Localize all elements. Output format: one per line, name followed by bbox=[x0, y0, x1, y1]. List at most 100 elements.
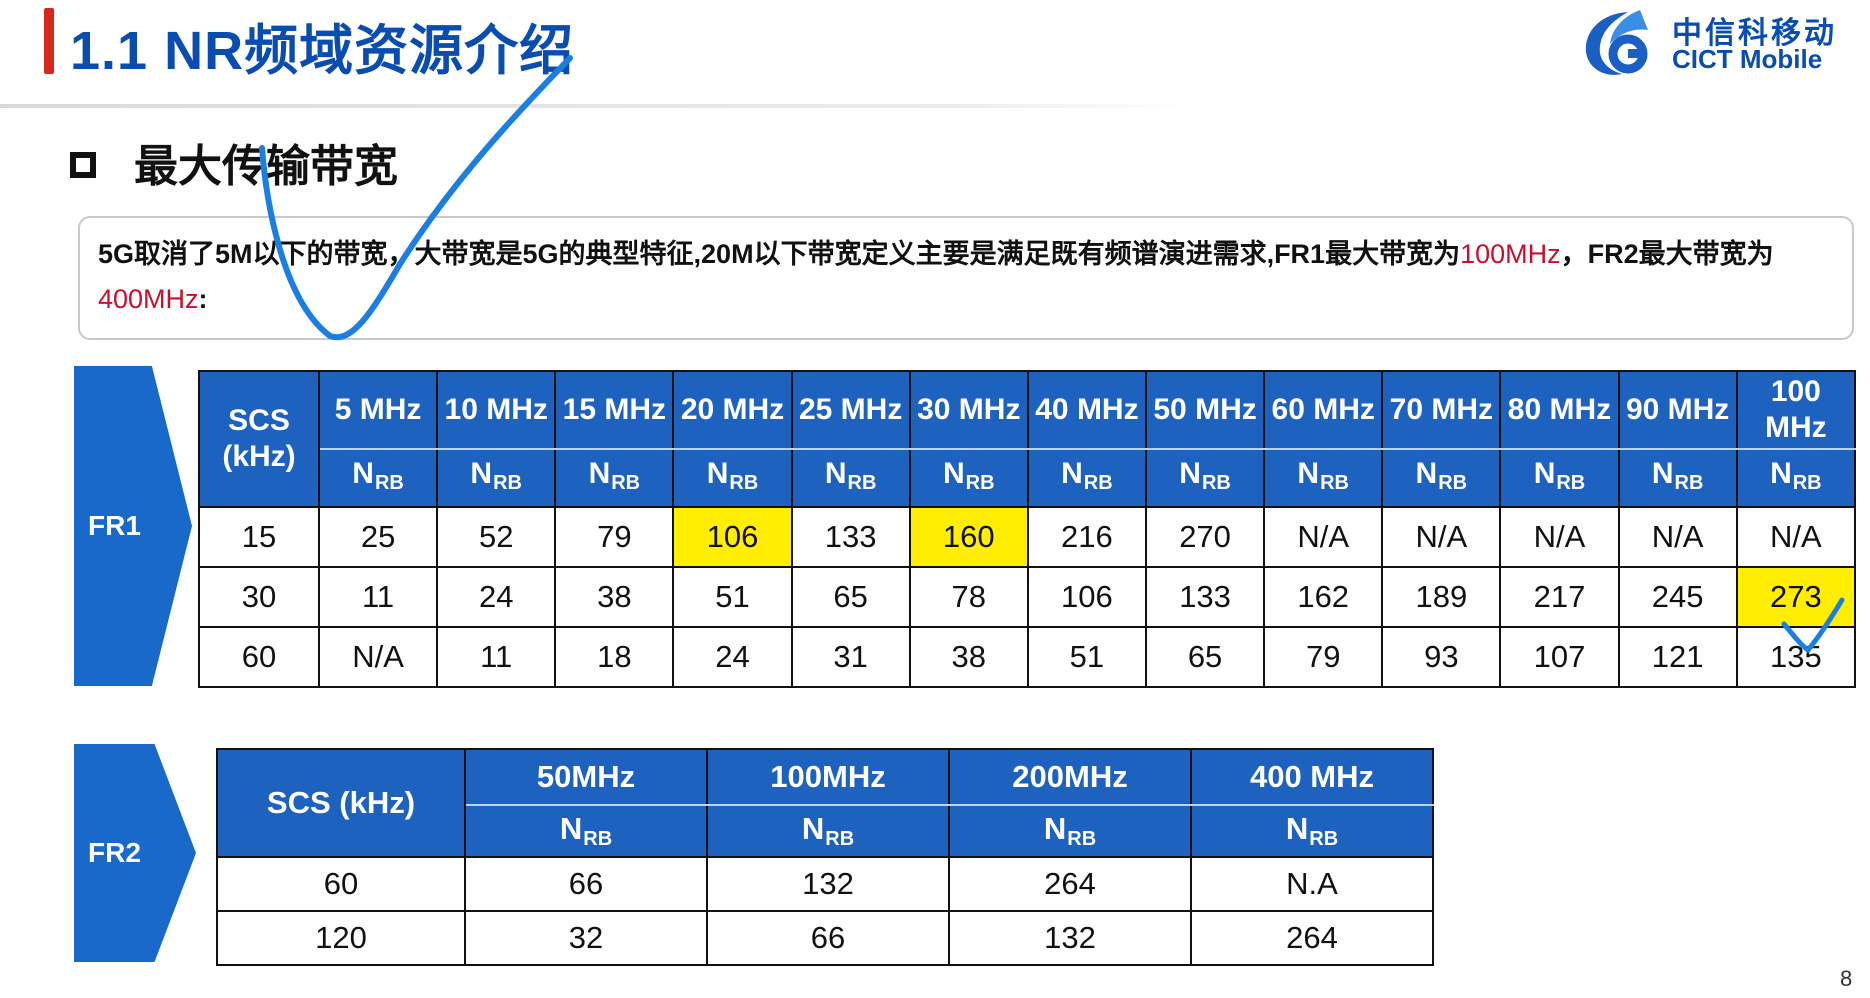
description-text-2: ，FR2最大带宽为 bbox=[1560, 239, 1774, 269]
nrb-value-cell: 11 bbox=[436, 626, 557, 688]
nrb-value-cell: 135 bbox=[1735, 626, 1857, 688]
fr1-nrb-table: SCS (kHz) 5 MHz 10 MHz 15 MHz 20 MHz 25 MHz 3… bbox=[198, 370, 1857, 688]
title-divider bbox=[0, 104, 1190, 108]
nrb-subscript: RB bbox=[729, 471, 759, 494]
nrb-subscript: RB bbox=[1201, 471, 1231, 494]
fr1-nrb-header: NRB bbox=[1499, 448, 1620, 508]
fr1-nrb-header: NRB bbox=[672, 448, 793, 508]
fr2-bandwidth-header: 400 MHz bbox=[1190, 748, 1434, 806]
nrb-subscript: RB bbox=[611, 471, 641, 494]
fr1-bandwidth-header: 5 MHz bbox=[317, 370, 439, 450]
fr2-nrb-header: NRB bbox=[706, 804, 950, 858]
nrb-symbol: N bbox=[1770, 456, 1792, 490]
nrb-value-cell: 66 bbox=[706, 910, 950, 966]
nrb-symbol: N bbox=[588, 456, 611, 490]
nrb-symbol: N bbox=[801, 811, 825, 846]
fr2-table-row: 60 66 132 264 N.A bbox=[216, 856, 1434, 912]
nrb-symbol: N bbox=[1415, 456, 1438, 490]
nrb-value-cell: N/A bbox=[1499, 506, 1620, 568]
section-title: 最大传输带宽 bbox=[134, 142, 398, 191]
nrb-value-cell: 65 bbox=[790, 566, 911, 628]
fr1-nrb-header: NRB bbox=[1026, 448, 1147, 508]
company-logo: 中信科移动 CICT Mobile bbox=[1578, 4, 1858, 80]
fr1-label: FR1 bbox=[88, 510, 141, 541]
fr2-arrow-label: FR2 bbox=[74, 744, 196, 962]
fr1-bandwidth-header: 15 MHz bbox=[554, 370, 675, 450]
nrb-value-cell: 162 bbox=[1263, 566, 1384, 628]
nrb-symbol: N bbox=[1533, 456, 1556, 490]
nrb-value-cell: 264 bbox=[1190, 910, 1434, 966]
nrb-value-cell: 79 bbox=[1263, 626, 1384, 688]
nrb-value-cell: 216 bbox=[1026, 506, 1147, 568]
nrb-value-cell: 264 bbox=[948, 856, 1192, 912]
fr1-bandwidth-header: 40 MHz bbox=[1026, 370, 1147, 450]
nrb-symbol: N bbox=[470, 456, 493, 490]
fr1-nrb-header: NRB bbox=[554, 448, 675, 508]
nrb-value-cell: N/A bbox=[1263, 506, 1384, 568]
nrb-symbol: N bbox=[1061, 456, 1083, 490]
nrb-subscript: RB bbox=[847, 471, 877, 494]
fr1-nrb-header-row: NRB NRB NRB NRB NRB NRB NRB NRB NRB NRB NRB NRB NRB bbox=[199, 448, 1857, 508]
fr1-arrow-label: FR1 bbox=[74, 366, 192, 686]
fr1-nrb-header: NRB bbox=[908, 448, 1029, 508]
nrb-value-cell: 65 bbox=[1144, 626, 1266, 688]
nrb-value-cell: 51 bbox=[672, 566, 793, 628]
page-title: 1.1 NR频域资源介绍 bbox=[70, 21, 575, 81]
nrb-value-cell: 78 bbox=[908, 566, 1029, 628]
nrb-subscript: RB bbox=[825, 828, 855, 850]
nrb-value-cell: 38 bbox=[554, 566, 675, 628]
description-text-1: 5G取消了5M以下的带宽，大带宽是5G的典型特征,20M以下带宽定义主要是满足既… bbox=[98, 239, 1461, 269]
nrb-value-cell: 11 bbox=[317, 566, 439, 628]
scs-cell: 120 bbox=[216, 910, 466, 966]
fr1-nrb-header: NRB bbox=[1144, 448, 1266, 508]
fr1-scs-header: SCS (kHz) bbox=[198, 370, 320, 508]
nrb-value-cell: 217 bbox=[1499, 566, 1620, 628]
nrb-value-cell: 121 bbox=[1617, 626, 1738, 688]
nrb-value-cell: 106 bbox=[672, 506, 793, 568]
scs-cell: 60 bbox=[198, 626, 320, 688]
nrb-value-cell: 18 bbox=[554, 626, 675, 688]
nrb-value-cell: N/A bbox=[317, 626, 439, 688]
nrb-subscript: RB bbox=[1067, 828, 1097, 850]
fr2-bandwidth-header: 100MHz bbox=[706, 748, 950, 806]
nrb-symbol: N bbox=[1297, 456, 1320, 490]
nrb-subscript: RB bbox=[1309, 828, 1339, 850]
nrb-value-cell: 38 bbox=[908, 626, 1029, 688]
nrb-symbol: N bbox=[706, 456, 729, 490]
logo-mark-icon bbox=[1585, 10, 1648, 75]
nrb-subscript: RB bbox=[1674, 471, 1704, 494]
nrb-symbol: N bbox=[824, 456, 847, 490]
fr1-bandwidth-header: 25 MHz bbox=[790, 370, 911, 450]
nrb-value-cell: 79 bbox=[554, 506, 675, 568]
nrb-symbol: N bbox=[352, 456, 374, 490]
nrb-subscript: RB bbox=[1083, 471, 1113, 494]
nrb-symbol: N bbox=[1651, 456, 1674, 490]
fr2-max-bandwidth: 400MHz bbox=[98, 284, 199, 314]
nrb-value-cell: 32 bbox=[464, 910, 708, 966]
nrb-value-cell: 160 bbox=[908, 506, 1029, 568]
nrb-symbol: N bbox=[559, 811, 583, 846]
nrb-value-cell: 133 bbox=[790, 506, 911, 568]
fr1-bandwidth-header-row: SCS (kHz) 5 MHz 10 MHz 15 MHz 20 MHz 25 MHz 3… bbox=[198, 370, 1857, 508]
fr1-max-bandwidth: 100MHz bbox=[1460, 239, 1561, 269]
nrb-value-cell: 24 bbox=[436, 566, 557, 628]
fr2-label: FR2 bbox=[88, 837, 141, 868]
nrb-subscript: RB bbox=[1556, 471, 1586, 494]
fr2-nrb-header: NRB bbox=[1190, 804, 1434, 858]
nrb-subscript: RB bbox=[1438, 471, 1468, 494]
fr1-nrb-header: NRB bbox=[1617, 448, 1738, 508]
nrb-value-cell: 270 bbox=[1144, 506, 1266, 568]
fr1-bandwidth-header: 70 MHz bbox=[1381, 370, 1502, 450]
nrb-value-cell: 245 bbox=[1617, 566, 1738, 628]
nrb-value-cell: 132 bbox=[706, 856, 950, 912]
logo-text-en: CICT Mobile bbox=[1672, 44, 1823, 74]
page-number: 8 bbox=[1840, 966, 1853, 991]
fr1-nrb-header: NRB bbox=[1263, 448, 1384, 508]
fr1-nrb-header: NRB bbox=[436, 448, 557, 508]
nrb-value-cell: N.A bbox=[1190, 856, 1434, 912]
fr1-bandwidth-header: 100 MHz bbox=[1735, 370, 1857, 450]
nrb-value-cell: 25 bbox=[317, 506, 439, 568]
nrb-subscript: RB bbox=[374, 471, 404, 494]
square-bullet-icon bbox=[70, 152, 96, 179]
fr2-nrb-header: NRB bbox=[948, 804, 1192, 858]
